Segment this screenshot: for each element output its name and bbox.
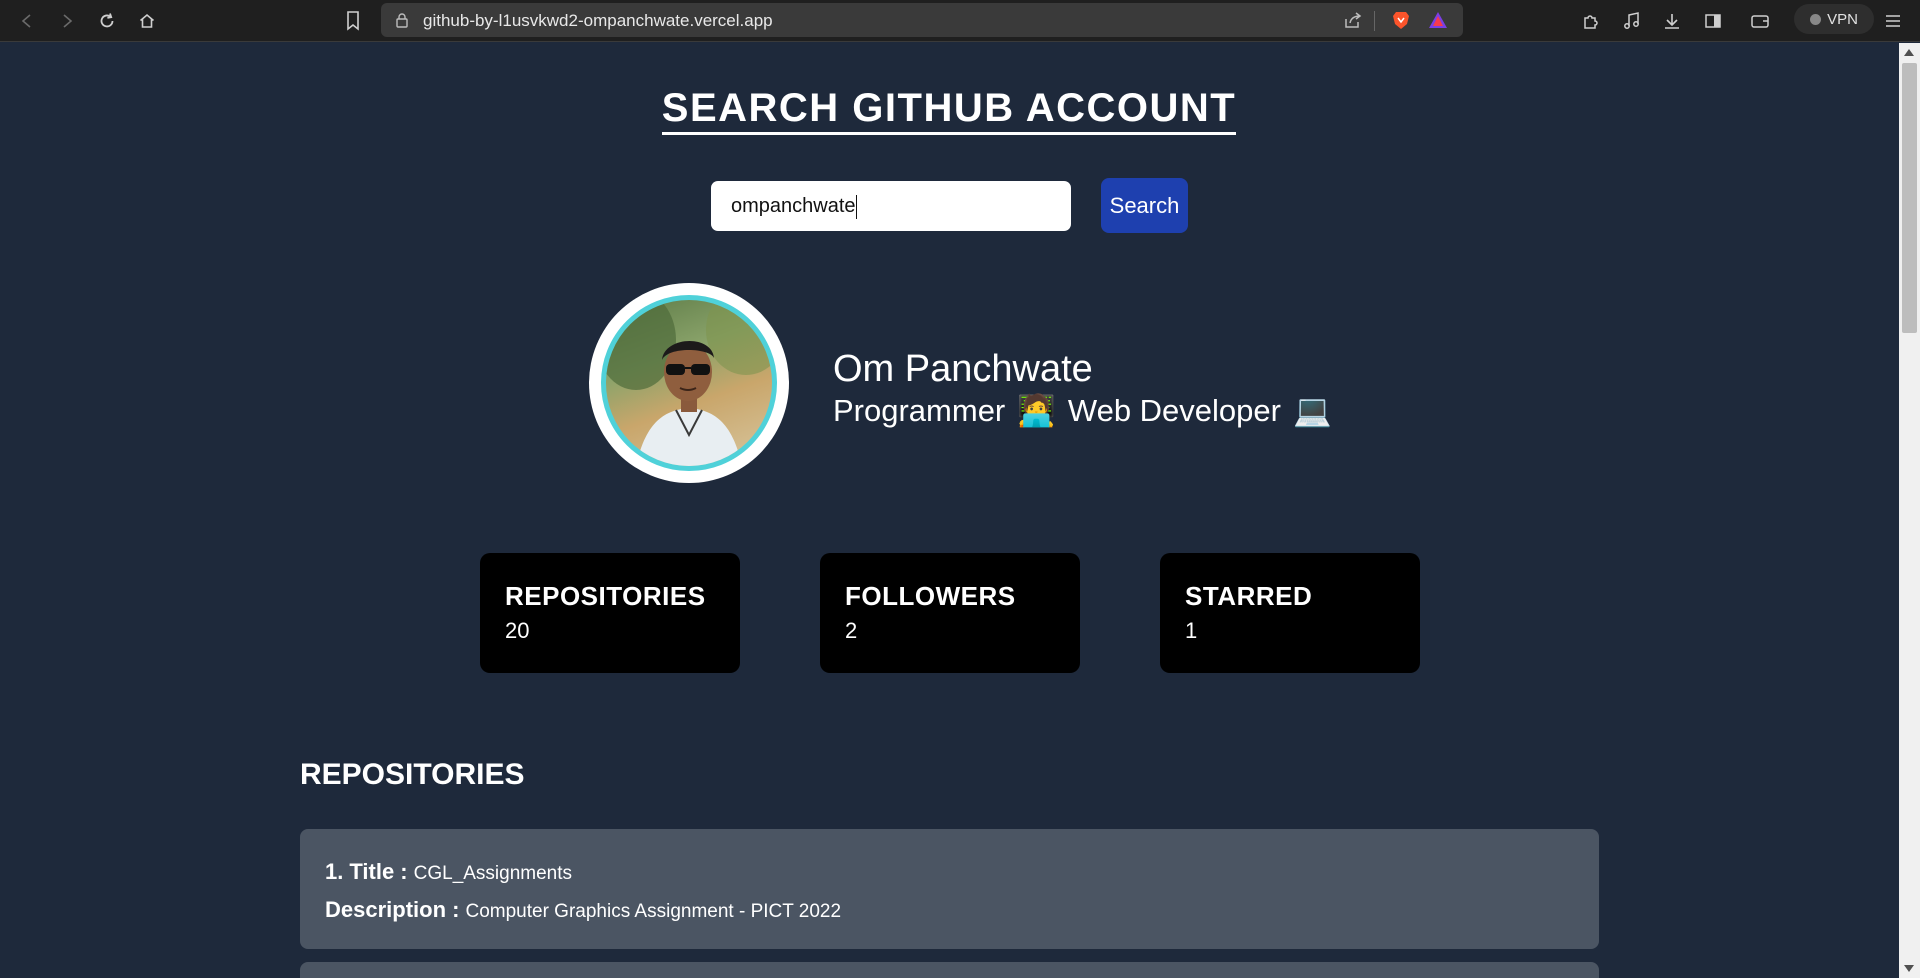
page-title: SEARCH GITHUB ACCOUNT (661, 86, 1237, 135)
download-icon[interactable] (1657, 6, 1687, 36)
stat-label: REPOSITORIES (505, 581, 706, 611)
extensions-icon[interactable] (1576, 6, 1606, 36)
stat-value: 2 (845, 618, 858, 643)
stat-label: STARRED (1185, 581, 1313, 611)
page-scrollbar[interactable] (1899, 43, 1920, 978)
scroll-up-icon[interactable] (1904, 49, 1914, 56)
stat-card-repositories: REPOSITORIES 20 (480, 553, 740, 673)
search-input-value[interactable]: ompanchwate (731, 195, 856, 217)
share-icon[interactable] (1343, 11, 1363, 29)
brave-shields-icon[interactable] (1391, 10, 1411, 30)
stat-card-starred: STARRED 1 (1160, 553, 1420, 673)
url-text[interactable]: github-by-l1usvkwd2-ompanchwate.vercel.a… (423, 11, 773, 31)
menu-icon[interactable] (1878, 6, 1908, 36)
repo-title: CGL_Assignments (413, 863, 573, 884)
repo-card[interactable]: 1. Title : CGL_Assignments Description :… (300, 829, 1599, 949)
stat-card-followers: FOLLOWERS 2 (820, 553, 1080, 673)
profile-name: Om Panchwate (833, 348, 1093, 390)
bookmark-icon[interactable] (342, 9, 364, 33)
browser-toolbar: github-by-l1usvkwd2-ompanchwate.vercel.a… (0, 0, 1920, 42)
repositories-heading: REPOSITORIES (300, 758, 525, 791)
bio-text-web-developer: Web Developer (1067, 392, 1281, 428)
vpn-label: VPN (1827, 10, 1858, 28)
text-cursor (855, 194, 857, 219)
repo-index: 1. (325, 859, 344, 884)
back-icon[interactable] (12, 6, 42, 36)
stat-value: 20 (505, 618, 530, 643)
reload-icon[interactable] (92, 6, 122, 36)
vpn-status-icon (1810, 13, 1822, 25)
stat-label: FOLLOWERS (845, 581, 1016, 611)
search-input[interactable]: ompanchwate (711, 181, 1071, 231)
sidebar-icon[interactable] (1698, 6, 1728, 36)
repo-title-line: 1. Title : CGL_Assignments (325, 859, 1599, 885)
repo-description-line: Description : Computer Graphics Assignme… (325, 897, 1599, 923)
home-icon[interactable] (132, 6, 162, 36)
repo-card[interactable] (300, 962, 1599, 978)
repo-title-key: Title : (349, 859, 408, 884)
avatar (601, 295, 777, 471)
scrollbar-thumb[interactable] (1902, 63, 1917, 333)
bio-text-programmer: Programmer (833, 392, 1006, 428)
vpn-button[interactable]: VPN (1794, 4, 1874, 34)
search-button[interactable]: Search (1101, 178, 1188, 233)
profile-bio: Programmer 🧑‍💻 Web Developer 💻 (833, 392, 1332, 429)
wallet-icon[interactable] (1745, 6, 1775, 36)
address-bar[interactable]: github-by-l1usvkwd2-ompanchwate.vercel.a… (381, 3, 1463, 37)
repo-description-key: Description : (325, 897, 460, 922)
technologist-emoji-icon: 🧑‍💻 (1017, 393, 1056, 428)
laptop-emoji-icon: 💻 (1292, 393, 1332, 428)
music-icon[interactable] (1617, 6, 1647, 36)
scroll-down-icon[interactable] (1904, 965, 1914, 972)
page-title-wrap: SEARCH GITHUB ACCOUNT (0, 86, 1898, 135)
forward-icon[interactable] (52, 6, 82, 36)
brave-rewards-icon[interactable] (1427, 10, 1449, 30)
avatar-frame (589, 283, 789, 483)
divider (1374, 11, 1375, 31)
stat-value: 1 (1185, 618, 1198, 643)
repo-description: Computer Graphics Assignment - PICT 2022 (465, 901, 842, 922)
lock-icon (395, 12, 409, 28)
